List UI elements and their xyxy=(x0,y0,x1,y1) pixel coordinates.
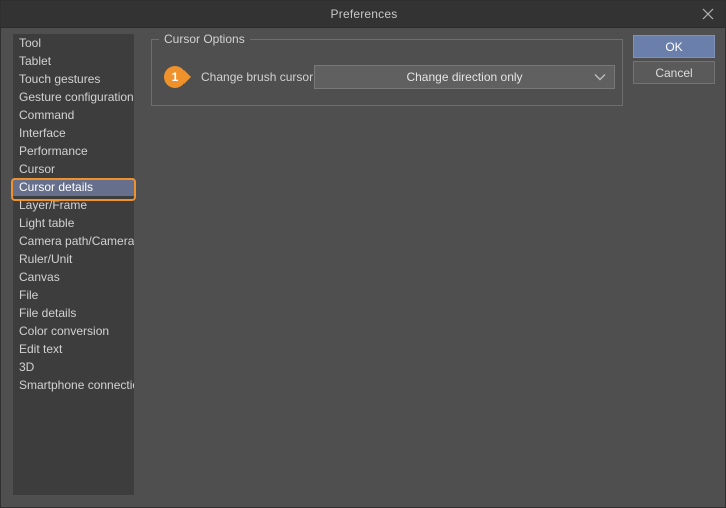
sidebar-item-file[interactable]: File xyxy=(13,286,134,304)
change-brush-cursor-dropdown[interactable]: Change direction only xyxy=(314,65,615,89)
sidebar-item-canvas[interactable]: Canvas xyxy=(13,268,134,286)
sidebar-item-edit-text[interactable]: Edit text xyxy=(13,340,134,358)
sidebar-item-3d[interactable]: 3D xyxy=(13,358,134,376)
sidebar-item-layer-frame[interactable]: Layer/Frame xyxy=(13,196,134,214)
window-title: Preferences xyxy=(330,7,398,21)
sidebar-item-interface[interactable]: Interface xyxy=(13,124,134,142)
change-brush-cursor-label: Change brush cursor: xyxy=(201,70,317,84)
sidebar-item-gesture-configuration[interactable]: Gesture configuration xyxy=(13,88,134,106)
change-brush-cursor-value: Change direction only xyxy=(406,70,523,84)
sidebar-item-cursor-details[interactable]: Cursor details xyxy=(13,178,134,196)
sidebar-item-touch-gestures[interactable]: Touch gestures xyxy=(13,70,134,88)
title-bar: Preferences xyxy=(1,1,725,28)
sidebar-item-performance[interactable]: Performance xyxy=(13,142,134,160)
step-badge-number: 1 xyxy=(171,70,179,84)
ok-button[interactable]: OK xyxy=(633,35,715,58)
sidebar-item-command[interactable]: Command xyxy=(13,106,134,124)
sidebar-item-color-conversion[interactable]: Color conversion xyxy=(13,322,134,340)
step-badge-1: 1 xyxy=(164,66,192,88)
sidebar-item-light-table[interactable]: Light table xyxy=(13,214,134,232)
chevron-down-icon xyxy=(594,66,606,88)
close-icon[interactable] xyxy=(693,1,723,27)
cancel-button[interactable]: Cancel xyxy=(633,61,715,84)
sidebar-item-cursor[interactable]: Cursor xyxy=(13,160,134,178)
sidebar-item-ruler-unit[interactable]: Ruler/Unit xyxy=(13,250,134,268)
cursor-options-group-title: Cursor Options xyxy=(159,32,250,46)
preferences-dialog: Preferences Tool Tablet Touch gestures G… xyxy=(0,0,726,508)
sidebar-item-tablet[interactable]: Tablet xyxy=(13,52,134,70)
sidebar-item-camera-path-camera[interactable]: Camera path/Camera xyxy=(13,232,134,250)
preferences-category-list[interactable]: Tool Tablet Touch gestures Gesture confi… xyxy=(13,34,134,495)
sidebar-item-tool[interactable]: Tool xyxy=(13,34,134,52)
sidebar-item-file-details[interactable]: File details xyxy=(13,304,134,322)
sidebar-item-smartphone-connection[interactable]: Smartphone connection xyxy=(13,376,134,394)
